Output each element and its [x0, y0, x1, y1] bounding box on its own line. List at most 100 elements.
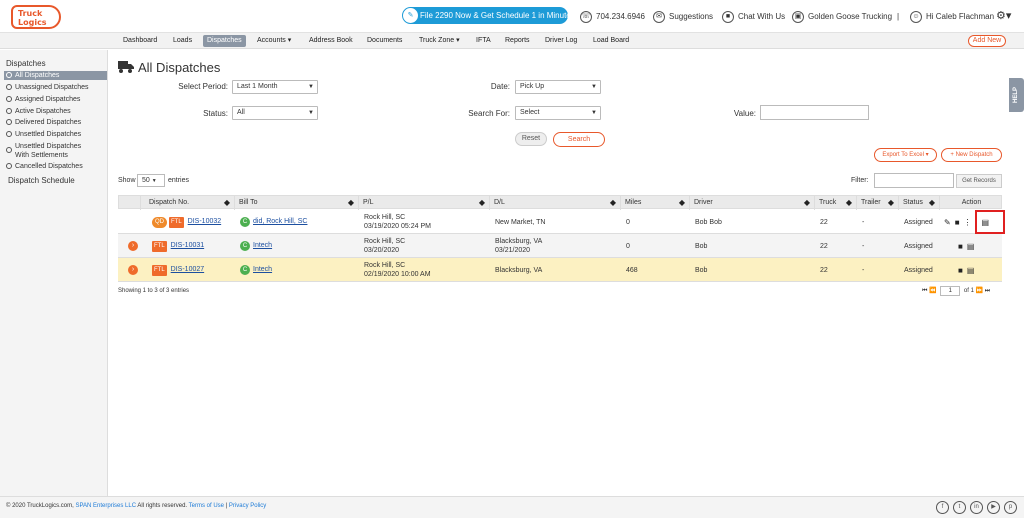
- youtube-icon[interactable]: ▶: [987, 501, 1000, 514]
- search-for-dropdown[interactable]: Select ▼: [515, 106, 601, 120]
- nav-driver-log[interactable]: Driver Log: [545, 35, 577, 47]
- sidebar-item-dispatch-schedule[interactable]: Dispatch Schedule: [4, 176, 107, 185]
- status-dropdown[interactable]: All ▼: [232, 106, 318, 120]
- company-selector[interactable]: ▣ Golden Goose Trucking: [792, 10, 892, 23]
- phone-link[interactable]: ☏ 704.234.6946: [580, 10, 645, 23]
- bill-to-link[interactable]: Intech: [253, 242, 272, 249]
- terms-of-use-link[interactable]: Terms of Use: [189, 503, 224, 509]
- edit-pencil-icon[interactable]: ✎: [944, 218, 951, 227]
- search-for-label: Search For:: [468, 109, 510, 118]
- sort-icon: ◆: [609, 198, 616, 207]
- sidebar-item-unassigned[interactable]: Unassigned Dispatches: [4, 83, 107, 92]
- caret-down-icon: ▼: [591, 84, 597, 90]
- circle-icon: [6, 131, 12, 137]
- nav-reports[interactable]: Reports: [505, 35, 530, 47]
- nav-loads[interactable]: Loads: [173, 35, 192, 47]
- table-row: › FTL DIS-10027 C Intech Rock Hill, SC 02/1…: [118, 258, 1002, 282]
- sidebar-item-active[interactable]: Active Dispatches: [4, 107, 107, 116]
- sidebar-item-unsettled[interactable]: Unsettled Dispatches: [4, 130, 107, 139]
- nav-ifta[interactable]: IFTA: [476, 35, 491, 47]
- reset-button[interactable]: Reset: [515, 132, 547, 146]
- column-status[interactable]: Status ◆: [899, 196, 940, 210]
- sort-icon: ◆: [678, 198, 685, 207]
- suggestions-link[interactable]: ✉ Suggestions: [653, 10, 713, 23]
- status-label: Status:: [203, 109, 228, 118]
- dispatch-no-link[interactable]: DIS-10031: [171, 242, 204, 249]
- entries-per-page-select[interactable]: 50 ▼: [137, 174, 165, 187]
- column-trailer[interactable]: Trailer ◆: [857, 196, 899, 210]
- last-page-icon[interactable]: ⏭: [985, 288, 990, 294]
- pinterest-icon[interactable]: p: [1004, 501, 1017, 514]
- company-icon: ▣: [792, 10, 804, 23]
- user-menu[interactable]: ☺ Hi Caleb Flachman: [910, 10, 994, 23]
- delete-trash-icon[interactable]: ■: [958, 266, 963, 275]
- dispatch-no-link[interactable]: DIS-10032: [188, 218, 221, 225]
- table-header: Dispatch No. ◆ Bill To ◆ P/L ◆ D/L ◆ Miles ◆ …: [118, 195, 1002, 210]
- sidebar-item-unsettled-with-settlements[interactable]: Unsettled Dispatches With Settlements: [4, 142, 107, 160]
- first-page-icon[interactable]: ⏮: [922, 288, 927, 294]
- twitter-icon[interactable]: t: [953, 501, 966, 514]
- delete-trash-icon[interactable]: ■: [955, 218, 960, 227]
- export-to-excel-button[interactable]: Export To Excel ▾: [874, 148, 937, 162]
- column-driver[interactable]: Driver ◆: [690, 196, 815, 210]
- nav-address-book[interactable]: Address Book: [309, 35, 353, 47]
- column-miles[interactable]: Miles ◆: [621, 196, 690, 210]
- copy-document-icon[interactable]: ▤: [967, 242, 975, 251]
- chat-link[interactable]: ■ Chat With Us: [722, 10, 785, 23]
- expand-row-icon[interactable]: ›: [128, 241, 138, 251]
- new-dispatch-button[interactable]: + New Dispatch: [941, 148, 1002, 162]
- column-pl[interactable]: P/L ◆: [359, 196, 490, 210]
- more-options-icon[interactable]: ⋮: [964, 218, 972, 227]
- get-records-button[interactable]: Get Records: [956, 174, 1002, 188]
- column-truck[interactable]: Truck ◆: [815, 196, 857, 210]
- comment-icon: ✉: [653, 10, 665, 23]
- circle-icon: [6, 147, 12, 153]
- settings-gear-icon[interactable]: ⚙▾: [996, 10, 1011, 23]
- add-new-button[interactable]: Add New: [968, 35, 1006, 47]
- select-period-dropdown[interactable]: Last 1 Month ▼: [232, 80, 318, 94]
- delete-trash-icon[interactable]: ■: [958, 242, 963, 251]
- show-label: Show: [118, 177, 136, 184]
- filter-input[interactable]: [874, 173, 954, 188]
- form-2290-promo-button[interactable]: ✎ File 2290 Now & Get Schedule 1 in Minu…: [402, 7, 575, 24]
- expand-row-icon[interactable]: ›: [128, 265, 138, 275]
- nav-dispatches[interactable]: Dispatches: [203, 35, 246, 47]
- customer-badge: C: [240, 217, 250, 227]
- truck-icon: [118, 61, 134, 73]
- bill-to-link[interactable]: Intech: [253, 266, 272, 273]
- nav-accounts[interactable]: Accounts ▾: [257, 35, 291, 47]
- entries-label: entries: [168, 177, 190, 184]
- value-input[interactable]: [760, 105, 869, 120]
- filter-label: Filter:: [851, 177, 869, 184]
- nav-documents[interactable]: Documents: [367, 35, 402, 47]
- privacy-policy-link[interactable]: Privacy Policy: [229, 503, 266, 509]
- help-tab[interactable]: HELP: [1009, 78, 1024, 112]
- sidebar-item-cancelled[interactable]: Cancelled Dispatches: [4, 162, 107, 171]
- nav-load-board[interactable]: Load Board: [593, 35, 629, 47]
- circle-icon: [6, 72, 12, 78]
- trucklogics-logo[interactable]: Truck Logics: [11, 5, 61, 29]
- column-dispatch-no[interactable]: Dispatch No. ◆: [141, 196, 235, 210]
- nav-truck-zone[interactable]: Truck Zone ▾: [419, 35, 460, 47]
- sidebar-item-assigned[interactable]: Assigned Dispatches: [4, 95, 107, 104]
- qd-badge: QD: [152, 216, 167, 228]
- bill-to-cell: Cdid, Rock Hill, SC: [236, 210, 307, 234]
- dispatch-no-link[interactable]: DIS-10027: [171, 266, 204, 273]
- search-button[interactable]: Search: [553, 132, 605, 147]
- linkedin-icon[interactable]: in: [970, 501, 983, 514]
- facebook-icon[interactable]: f: [936, 501, 949, 514]
- nav-dashboard[interactable]: Dashboard: [123, 35, 157, 47]
- date-dropdown[interactable]: Pick Up ▼: [515, 80, 601, 94]
- next-page-icon[interactable]: ⏩: [976, 288, 983, 294]
- copy-document-icon[interactable]: ▤: [967, 266, 975, 275]
- bill-to-link[interactable]: did, Rock Hill, SC: [253, 218, 307, 225]
- page-number-input[interactable]: 1: [940, 286, 961, 296]
- status-cell: Assigned: [904, 242, 933, 250]
- prev-page-icon[interactable]: ⏪: [929, 288, 936, 294]
- sidebar-item-all-dispatches[interactable]: All Dispatches: [4, 71, 107, 80]
- column-dl[interactable]: D/L ◆: [490, 196, 621, 210]
- pl-cell: Rock Hill, SC 03/19/2020 05:24 PM: [364, 214, 431, 230]
- span-enterprises-link[interactable]: SPAN Enterprises LLC: [75, 503, 136, 509]
- sidebar-item-delivered[interactable]: Delivered Dispatches: [4, 118, 107, 127]
- column-bill-to[interactable]: Bill To ◆: [235, 196, 359, 210]
